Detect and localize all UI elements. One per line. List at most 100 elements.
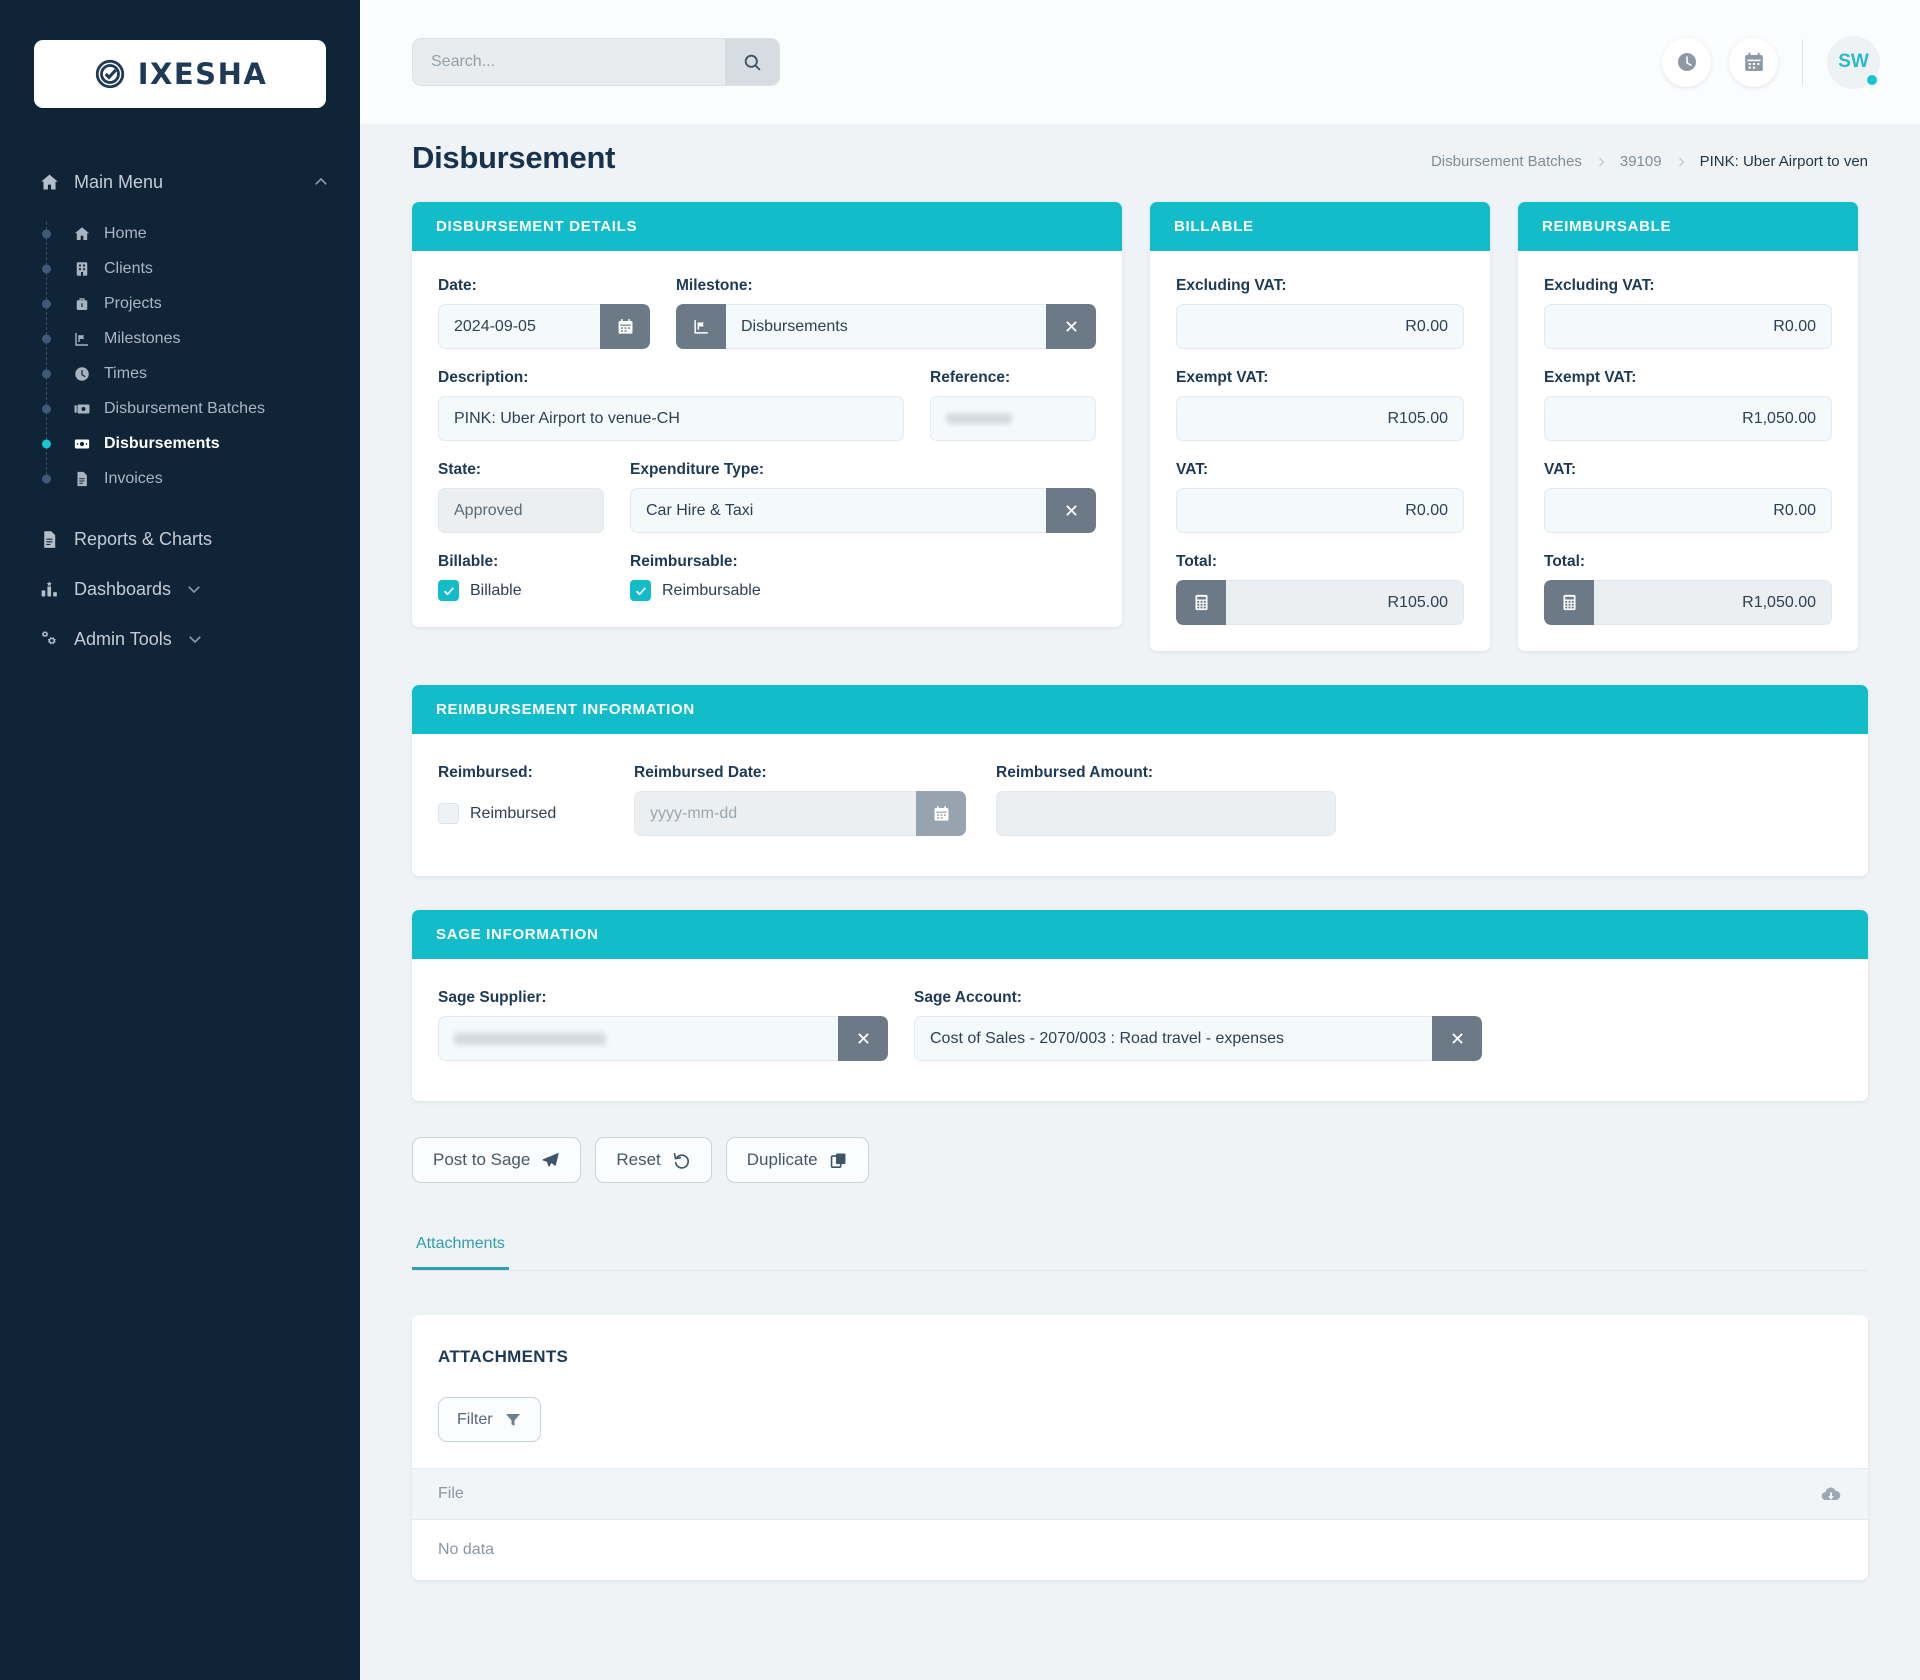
- reimbursable-vat-label: VAT:: [1544, 461, 1577, 478]
- sidebar-item-label: Times: [104, 364, 147, 382]
- description-field: Description: PINK: Uber Airport to venue…: [438, 369, 904, 441]
- sidebar-item-dashboards[interactable]: Dashboards: [0, 564, 360, 614]
- attachments-table-header: File: [412, 1468, 1868, 1520]
- calculator-button[interactable]: [1544, 580, 1594, 625]
- reimbursable-excluding-vat-field: Excluding VAT: R0.00: [1544, 277, 1832, 349]
- reference-input[interactable]: [930, 396, 1096, 441]
- sidebar-item-disbursement-batches[interactable]: Disbursement Batches: [38, 391, 360, 426]
- reimbursed-date-picker-button[interactable]: [916, 791, 966, 836]
- sidebar-item-home[interactable]: Home: [38, 216, 360, 251]
- milestone-lookup-button[interactable]: [676, 304, 726, 349]
- expenditure-type-input-group[interactable]: Car Hire & Taxi: [630, 488, 1096, 533]
- reimbursable-total-group[interactable]: R1,050.00: [1544, 580, 1832, 625]
- sidebar-item-label: Disbursements: [104, 434, 220, 452]
- cloud-download-icon[interactable]: [1820, 1483, 1842, 1505]
- report-icon: [38, 528, 60, 550]
- reimbursable-vat-value[interactable]: R0.00: [1544, 488, 1832, 533]
- brand-logo[interactable]: IXESHA: [34, 40, 326, 108]
- post-to-sage-button[interactable]: Post to Sage: [412, 1137, 582, 1183]
- reimbursable-checkbox[interactable]: Reimbursable: [630, 580, 761, 601]
- reset-button[interactable]: Reset: [595, 1137, 712, 1183]
- date-milestone-row: Date: 2024-09-05 Milestone: Disbursement…: [438, 277, 1096, 349]
- expenditure-type-field: Expenditure Type: Car Hire & Taxi: [630, 461, 1096, 533]
- expenditure-type-clear-button[interactable]: [1046, 488, 1096, 533]
- description-input[interactable]: PINK: Uber Airport to venue-CH: [438, 396, 904, 441]
- milestone-clear-button[interactable]: [1046, 304, 1096, 349]
- checkbox-checked-icon: [438, 580, 459, 601]
- sidebar-item-times[interactable]: Times: [38, 356, 360, 391]
- calendar-button[interactable]: [1729, 37, 1778, 87]
- search-box[interactable]: [412, 38, 780, 86]
- sidebar-item-admin-tools[interactable]: Admin Tools: [0, 614, 360, 664]
- sidebar-item-projects[interactable]: Projects: [38, 286, 360, 321]
- card-header: SAGE INFORMATION: [412, 910, 1868, 959]
- billable-excluding-vat-value[interactable]: R0.00: [1176, 304, 1464, 349]
- date-input-group[interactable]: 2024-09-05: [438, 304, 650, 349]
- date-input[interactable]: 2024-09-05: [438, 304, 600, 349]
- sidebar-group-main-menu[interactable]: Main Menu: [0, 160, 360, 204]
- card-body: Excluding VAT: R0.00 Exempt VAT: R1,050.…: [1518, 251, 1858, 651]
- reimbursable-excluding-vat-value[interactable]: R0.00: [1544, 304, 1832, 349]
- money-icon: [72, 434, 91, 453]
- billable-total-value: R105.00: [1226, 580, 1464, 625]
- sidebar-item-invoices[interactable]: Invoices: [38, 461, 360, 496]
- sidebar-item-disbursements[interactable]: Disbursements: [38, 426, 360, 461]
- state-field: State: Approved: [438, 461, 604, 533]
- billable-exempt-vat-value[interactable]: R105.00: [1176, 396, 1464, 441]
- milestone-input-group[interactable]: Disbursements: [676, 304, 1096, 349]
- sage-supplier-input[interactable]: [438, 1016, 838, 1061]
- breadcrumb-item-batches[interactable]: Disbursement Batches: [1431, 153, 1582, 170]
- clock-button[interactable]: [1662, 37, 1711, 87]
- reimbursed-date-field: Reimbursed Date: yyyy-mm-dd: [634, 764, 966, 836]
- sage-account-input[interactable]: Cost of Sales - 2070/003 : Road travel -…: [914, 1016, 1432, 1061]
- billable-vat-label: VAT:: [1176, 461, 1209, 478]
- disbursement-details-card: DISBURSEMENT DETAILS Date: 2024-09-05 Mi…: [412, 202, 1122, 627]
- reimbursable-total-label: Total:: [1544, 553, 1586, 570]
- sidebar-item-label: Clients: [104, 259, 153, 277]
- chevron-down-icon: [185, 580, 203, 598]
- reimbursed-amount-input[interactable]: [996, 791, 1336, 836]
- chevron-down-icon: [186, 630, 204, 648]
- billable-vat-value[interactable]: R0.00: [1176, 488, 1464, 533]
- attachments-title: ATTACHMENTS: [438, 1347, 569, 1366]
- reimbursed-label: Reimbursed:: [438, 764, 533, 781]
- tab-attachments[interactable]: Attachments: [412, 1235, 509, 1270]
- bullet-dot: [42, 404, 51, 413]
- sage-fields-row: Sage Supplier: Sage Account: Cost of Sal…: [438, 989, 1842, 1061]
- billable-checkbox-label: Billable: [470, 581, 522, 599]
- expenditure-type-input[interactable]: Car Hire & Taxi: [630, 488, 1046, 533]
- reimbursable-exempt-vat-value[interactable]: R1,050.00: [1544, 396, 1832, 441]
- reimbursed-date-input[interactable]: yyyy-mm-dd: [634, 791, 916, 836]
- calculator-button[interactable]: [1176, 580, 1226, 625]
- sage-account-input-group[interactable]: Cost of Sales - 2070/003 : Road travel -…: [914, 1016, 1482, 1061]
- bullet-dot: [42, 264, 51, 273]
- search-button[interactable]: [725, 39, 779, 85]
- sidebar-item-label: Home: [104, 224, 147, 242]
- undo-icon: [672, 1151, 691, 1170]
- sidebar-item-clients[interactable]: Clients: [38, 251, 360, 286]
- sage-supplier-clear-button[interactable]: [838, 1016, 888, 1061]
- sidebar-group-label: Main Menu: [74, 171, 164, 192]
- checkbox-checked-icon: [630, 580, 651, 601]
- sage-supplier-input-group[interactable]: [438, 1016, 888, 1061]
- billable-total-group[interactable]: R105.00: [1176, 580, 1464, 625]
- filter-button[interactable]: Filter: [438, 1397, 541, 1442]
- checkbox-unchecked-icon: [438, 803, 459, 824]
- date-picker-button[interactable]: [600, 304, 650, 349]
- sidebar-item-milestones[interactable]: Milestones: [38, 321, 360, 356]
- avatar[interactable]: SW: [1827, 35, 1880, 89]
- action-buttons: Post to Sage Reset Duplicate: [412, 1101, 1868, 1183]
- reimbursed-checkbox[interactable]: Reimbursed: [438, 791, 604, 836]
- sidebar-item-reports-charts[interactable]: Reports & Charts: [0, 514, 360, 564]
- milestone-input[interactable]: Disbursements: [726, 304, 1046, 349]
- sage-account-clear-button[interactable]: [1432, 1016, 1482, 1061]
- duplicate-button[interactable]: Duplicate: [725, 1137, 869, 1183]
- billable-checkbox[interactable]: Billable: [438, 580, 604, 601]
- milestone-field: Milestone: Disbursements: [676, 277, 1096, 349]
- breadcrumb-item-batch-id[interactable]: 39109: [1620, 153, 1662, 170]
- filter-label: Filter: [457, 1410, 493, 1428]
- search-input[interactable]: [413, 39, 725, 85]
- reimbursement-fields-row: Reimbursed: Reimbursed Reimbursed Date: …: [438, 764, 1842, 836]
- reimbursed-date-input-group[interactable]: yyyy-mm-dd: [634, 791, 966, 836]
